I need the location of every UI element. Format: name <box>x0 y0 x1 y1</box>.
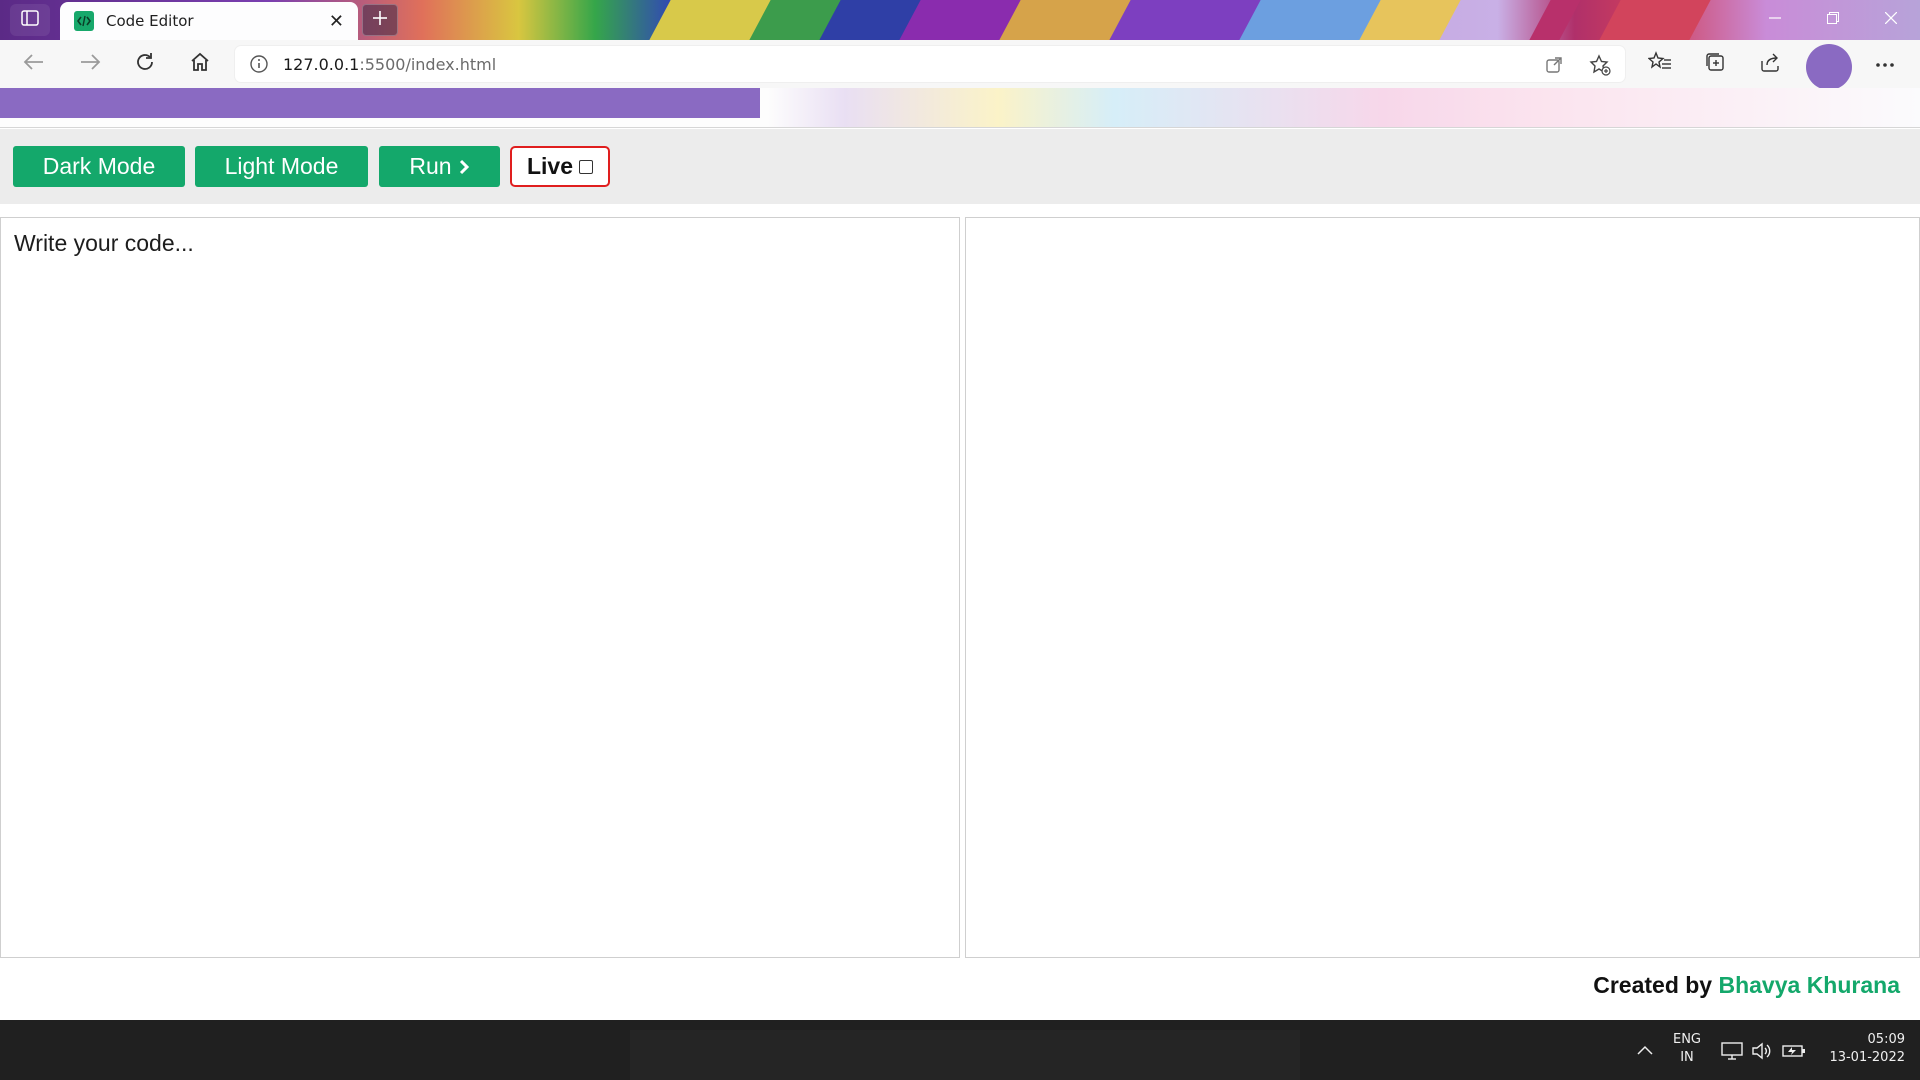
clock[interactable]: 05:09 13-01-2022 <box>1815 1031 1905 1067</box>
volume-icon[interactable] <box>1750 1040 1774 1062</box>
browser-tab-active[interactable]: Code Editor ✕ <box>60 2 358 40</box>
windows-taskbar: ENG IN 05:09 13-01-2022 <box>0 1020 1920 1080</box>
minimize-icon <box>1769 11 1781 29</box>
forward-arrow-icon <box>79 53 101 76</box>
editor-toolbar: Dark Mode Light Mode Run Live <box>0 129 1920 204</box>
favorites-list-icon <box>1647 50 1672 78</box>
share-icon <box>1759 51 1781 78</box>
collections-icon <box>1704 51 1726 78</box>
tab-actions-button[interactable] <box>10 4 50 36</box>
close-icon <box>1884 11 1898 29</box>
dark-mode-button[interactable]: Dark Mode <box>13 146 185 187</box>
collections-button[interactable] <box>1695 46 1735 82</box>
light-mode-button[interactable]: Light Mode <box>195 146 368 187</box>
browser-tab-strip: Code Editor ✕ <box>0 0 1920 40</box>
restore-button[interactable] <box>1804 0 1862 40</box>
settings-more-button[interactable] <box>1865 46 1905 82</box>
plus-icon <box>372 10 388 31</box>
editor-placeholder: Write your code... <box>14 230 194 256</box>
page-banner <box>0 88 1920 128</box>
close-window-button[interactable] <box>1862 0 1920 40</box>
battery-icon[interactable] <box>1782 1040 1806 1062</box>
home-icon <box>189 51 211 78</box>
language-line1: ENG <box>1672 1032 1701 1047</box>
url-path: :5500/index.html <box>359 54 497 74</box>
forward-button[interactable] <box>70 46 110 82</box>
add-favorite-icon[interactable] <box>1589 54 1611 76</box>
live-label: Live <box>526 153 574 179</box>
chevron-right-icon <box>458 159 470 175</box>
run-button-label: Run <box>409 153 452 179</box>
minimize-button[interactable] <box>1746 0 1804 40</box>
open-in-app-icon[interactable] <box>1543 54 1565 76</box>
tab-actions-icon <box>21 9 39 31</box>
network-icon[interactable] <box>1720 1040 1744 1062</box>
footer-prefix: Created by <box>1593 972 1713 998</box>
refresh-icon <box>134 51 156 78</box>
favorites-button[interactable] <box>1640 46 1680 82</box>
address-bar[interactable]: 127.0.0.1:5500/index.html <box>235 46 1625 82</box>
footer-credit: Created by Bhavya Khurana <box>1593 972 1900 999</box>
more-icon <box>1875 55 1895 73</box>
browser-toolbar: 127.0.0.1:5500/index.html <box>0 40 1920 90</box>
wallpaper-shape <box>1599 0 1711 40</box>
output-preview-frame[interactable] <box>965 217 1920 958</box>
show-hidden-icons-button[interactable] <box>1633 1040 1657 1062</box>
code-favicon-icon <box>74 11 94 31</box>
language-indicator[interactable]: ENG IN <box>1666 1031 1708 1067</box>
clock-date: 13-01-2022 <box>1829 1050 1905 1065</box>
run-button[interactable]: Run <box>379 146 500 187</box>
clock-time: 05:09 <box>1867 1032 1905 1047</box>
back-button[interactable] <box>14 46 54 82</box>
info-icon[interactable] <box>249 54 269 74</box>
live-checkbox[interactable] <box>579 159 594 174</box>
restore-icon <box>1827 11 1839 29</box>
refresh-button[interactable] <box>125 46 165 82</box>
language-line2: IN <box>1680 1050 1694 1065</box>
back-arrow-icon <box>23 53 45 76</box>
share-button[interactable] <box>1750 46 1790 82</box>
wallpaper-shape <box>1529 0 1581 40</box>
live-toggle[interactable]: Live <box>510 146 610 187</box>
close-icon[interactable]: ✕ <box>329 12 344 30</box>
tab-title: Code Editor <box>106 12 194 30</box>
window-controls <box>1746 0 1920 40</box>
author-name[interactable]: Bhavya Khurana <box>1718 972 1900 998</box>
url-host: 127.0.0.1 <box>283 54 360 74</box>
page-progress-bar <box>0 88 761 118</box>
code-editor-textarea[interactable]: Write your code... <box>0 217 960 958</box>
new-tab-button[interactable] <box>362 4 398 36</box>
taskbar-apps-area <box>630 1030 1300 1080</box>
home-button[interactable] <box>180 46 220 82</box>
chevron-up-icon <box>1637 1042 1653 1060</box>
profile-avatar[interactable] <box>1806 44 1852 90</box>
